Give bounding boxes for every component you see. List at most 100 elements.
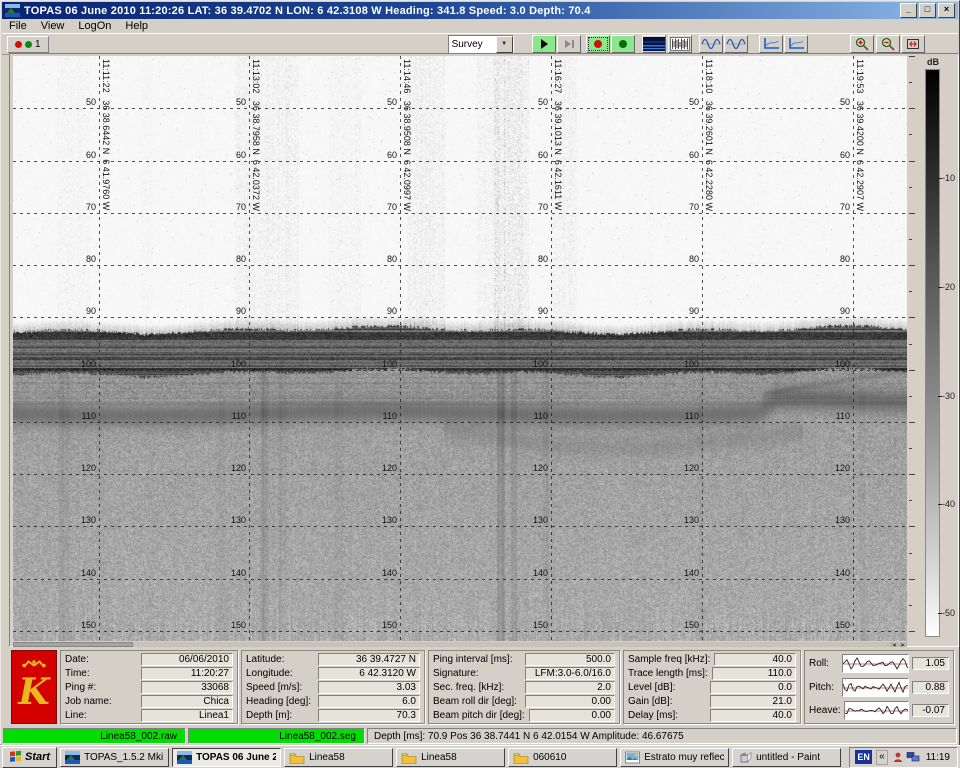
- field-value: 6.0: [318, 695, 420, 708]
- chevron-down-icon[interactable]: ▼: [496, 36, 513, 53]
- zoom-in-icon: [854, 37, 870, 51]
- depth-tick-label: 130: [78, 515, 96, 525]
- graph-b-button[interactable]: [784, 35, 808, 53]
- menu-logon[interactable]: LogOn: [71, 20, 118, 32]
- language-indicator[interactable]: EN: [855, 750, 872, 764]
- ping-time-gridline: [400, 56, 401, 641]
- colorbar: dB -10-20-30-40-50: [918, 54, 958, 646]
- echogram-icon: [643, 37, 665, 51]
- graph-a-button[interactable]: [759, 35, 783, 53]
- collapse-chevron-icon[interactable]: «: [876, 750, 888, 765]
- colorbar-gradient: [925, 69, 940, 637]
- depth-tick-label: 70: [832, 202, 850, 212]
- task-label: Estrato muy reflectivo ...: [644, 752, 724, 763]
- menu-help[interactable]: Help: [118, 20, 155, 32]
- taskbar-clock: 11:19: [924, 752, 952, 763]
- field-value: 0.0: [710, 681, 796, 694]
- channel-tab[interactable]: 1: [7, 36, 49, 53]
- motion-label: Roll:: [809, 658, 839, 669]
- taskbar-task-estrato-muy-reflectivo[interactable]: Estrato muy reflectivo ...: [620, 748, 729, 767]
- taskbar-task-topas-1-5-2-mki[interactable]: TOPAS_1.5.2 Mki: [60, 748, 169, 767]
- depth-tick-label: 110: [832, 411, 850, 421]
- ping-annotation-label: 11:18:10 36 39.2601 N 6 42.2280 W: [704, 59, 714, 211]
- step-button[interactable]: [557, 35, 581, 53]
- menu-file[interactable]: File: [2, 20, 34, 32]
- colorbar-unit-label: dB: [927, 57, 939, 67]
- motion-waveform: [842, 654, 908, 673]
- taskbar-task-untitled-paint[interactable]: untitled - Paint: [732, 748, 841, 767]
- zoom-out-button[interactable]: [876, 35, 900, 53]
- depth-tick-label: 120: [530, 463, 548, 473]
- depth-tick-label: 110: [78, 411, 96, 421]
- field-value: 0.00: [525, 695, 615, 708]
- zoom-extents-button[interactable]: [901, 35, 925, 53]
- depth-tick-label: 70: [379, 202, 397, 212]
- depth-tick-label: 130: [228, 515, 246, 525]
- field-label: Line:: [65, 710, 141, 721]
- minimize-button[interactable]: _: [900, 3, 917, 18]
- depth-tick-label: 70: [681, 202, 699, 212]
- network-icon[interactable]: [906, 751, 920, 763]
- field-value: 11:20:27: [141, 667, 233, 680]
- maximize-button[interactable]: □: [919, 3, 936, 18]
- depth-tick-label: 150: [832, 620, 850, 630]
- start-button[interactable]: Start: [2, 747, 57, 768]
- taskbar-task-linea58[interactable]: Linea58: [284, 748, 393, 767]
- field-label: Longitude:: [246, 668, 318, 679]
- ping-annotation-label: 11:19:53 36 39.4200 N 6 42.2907 W: [855, 59, 865, 211]
- system-tray: EN « 11:19: [849, 747, 958, 768]
- depth-tick-label: 120: [379, 463, 397, 473]
- ping-time-gridline: [551, 56, 552, 641]
- field-value: 06/06/2010: [141, 653, 233, 666]
- depth-tick-label: 80: [681, 254, 699, 264]
- motion-value: 0.88: [912, 681, 949, 694]
- depth-tick-label: 50: [681, 97, 699, 107]
- echogram-view[interactable]: 5050505050506060606060607070707070708080…: [13, 56, 907, 641]
- field-value: 21.0: [710, 695, 796, 708]
- field-label: Trace length [ms]:: [628, 668, 712, 679]
- close-button[interactable]: ×: [938, 3, 955, 18]
- field-label: Time:: [65, 668, 141, 679]
- depth-tick-label: 90: [379, 306, 397, 316]
- ping-annotation-label: 11:16:27 36 39.1013 N 6 42.1611 W: [553, 59, 563, 210]
- window-title: TOPAS 06 June 2010 11:20:26 LAT: 36 39.4…: [24, 5, 898, 17]
- marker-button[interactable]: [611, 35, 635, 53]
- topas-window: TOPAS 06 June 2010 11:20:26 LAT: 36 39.4…: [0, 0, 960, 745]
- trace-view-button[interactable]: [668, 35, 692, 53]
- ping-annotation-label: 11:13:02 36 38.7958 N 6 42.0372 W: [251, 59, 261, 211]
- zoom-out-icon: [880, 37, 896, 51]
- channel-tab-label: 1: [35, 39, 41, 50]
- echogram-view-button[interactable]: [642, 35, 666, 53]
- motion-value: 1.05: [912, 657, 949, 670]
- depth-tick-label: 100: [530, 359, 548, 369]
- ping-annotation-label: 11:14:46 36 38.9508 N 6 42.0997 W: [402, 59, 412, 211]
- zoom-in-button[interactable]: [850, 35, 874, 53]
- title-bar[interactable]: TOPAS 06 June 2010 11:20:26 LAT: 36 39.4…: [2, 2, 958, 19]
- field-label: Ping #:: [65, 682, 141, 693]
- motion-waveform: [842, 678, 908, 697]
- field-value: Chica: [141, 695, 233, 708]
- wave-dual-button[interactable]: [724, 35, 748, 53]
- wave-single-button[interactable]: [699, 35, 723, 53]
- depth-tick-label: 80: [832, 254, 850, 264]
- colorbar-tick-label: -30: [942, 391, 955, 401]
- user-status-icon[interactable]: [892, 751, 904, 763]
- record-button[interactable]: [586, 35, 610, 53]
- windows-flag-icon: [9, 750, 22, 765]
- play-button[interactable]: [532, 35, 556, 53]
- taskbar-task-060610[interactable]: 060610: [508, 748, 617, 767]
- depth-tick-label: 100: [228, 359, 246, 369]
- menu-view[interactable]: View: [34, 20, 72, 32]
- depth-tick-label: 150: [228, 620, 246, 630]
- depth-tick-label: 90: [530, 306, 548, 316]
- depth-tick-label: 60: [228, 150, 246, 160]
- depth-tick-label: 60: [530, 150, 548, 160]
- field-label: Gain [dB]:: [628, 696, 710, 707]
- taskbar-task-topas-06-june-2[interactable]: TOPAS 06 June 2...: [172, 748, 281, 767]
- position-readout: Depth [ms]: 70.9 Pos 36 38.7441 N 6 42.0…: [367, 728, 957, 744]
- folder-icon: [401, 751, 417, 764]
- field-value: 70.3: [318, 709, 420, 722]
- mode-select[interactable]: Survey ▼: [448, 35, 514, 54]
- depth-tick-label: 120: [681, 463, 699, 473]
- taskbar-task-linea58[interactable]: Linea58: [396, 748, 505, 767]
